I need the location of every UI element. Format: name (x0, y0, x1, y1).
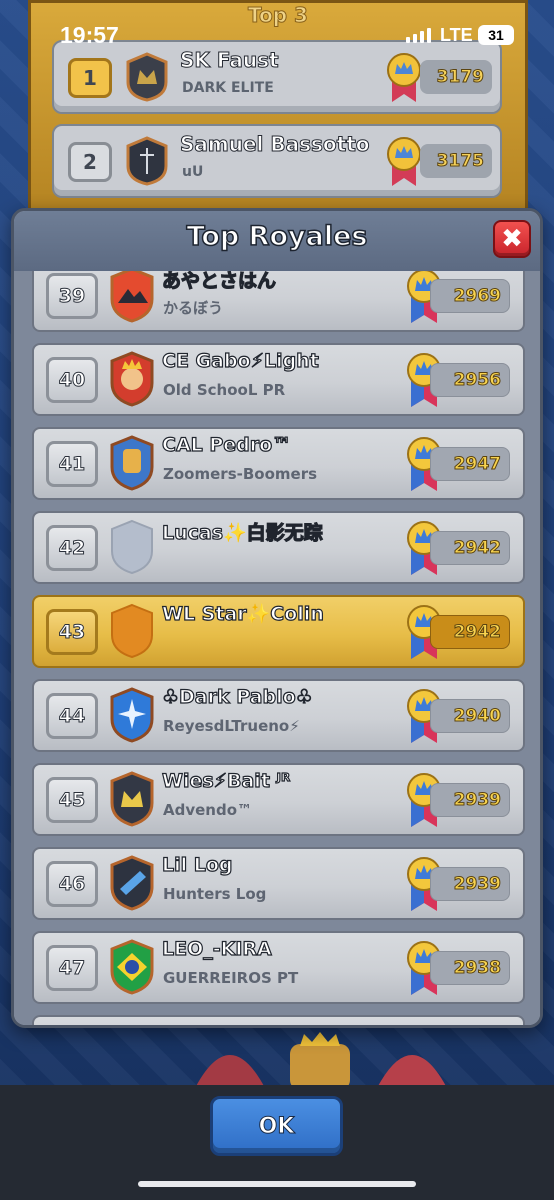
clan-badge-brazil-flag-icon (110, 939, 154, 995)
leaderboard-row[interactable]: 40 CE Gabo⚡Light Old SchooL PR 2956 (32, 343, 525, 416)
rank-number: 1 (68, 58, 112, 98)
clan-name: Zoomers-Boomers (163, 465, 318, 483)
player-name: あやとさはん (161, 271, 277, 293)
player-name: Samuel Bassotto (180, 132, 371, 157)
trophy-count: 2947 (430, 447, 510, 481)
clan-badge-icon (110, 687, 154, 743)
player-name: LEO_-KIRA (161, 937, 272, 960)
trophy-crown-icon (387, 137, 421, 186)
rank-number: 42 (46, 525, 98, 571)
rank-number: 44 (46, 693, 98, 739)
top-royales-dialog: Top Royales ✖ 39 あやとさはん かるぼう 2969 40 CE … (11, 208, 543, 1028)
clan-badge-icon (126, 136, 168, 186)
trophy-count: 2942 (430, 531, 510, 565)
leaderboard-row[interactable]: 39 あやとさはん かるぼう 2969 (32, 271, 525, 332)
leaderboard-row[interactable]: 45 Wies⚡Bait ᴶᴿ Advendo™ 2939 (32, 763, 525, 836)
network-type: LTE (440, 25, 473, 45)
clan-badge-icon (110, 771, 154, 827)
player-name: ♧Dark Pablo♧ (161, 685, 313, 708)
dialog-header: Top Royales ✖ (14, 211, 540, 271)
player-name: Lil Log (161, 853, 233, 876)
status-time: 19:57 (60, 22, 119, 48)
home-indicator[interactable] (138, 1181, 416, 1187)
clan-name: Old SchooL PR (163, 381, 286, 399)
empty-clan-badge-icon (111, 603, 153, 659)
rank-number: 39 (46, 273, 98, 319)
leaderboard-row[interactable]: 41 CAL Pedro™ Zoomers-Boomers 2947 (32, 427, 525, 500)
player-name: CAL Pedro™ (161, 433, 292, 456)
tower-roof-icon (194, 1055, 266, 1090)
trophy-count: 3179 (420, 60, 492, 94)
ok-button[interactable]: OK (210, 1096, 343, 1156)
trophy-count: 2956 (430, 363, 510, 397)
rank-number: 2 (68, 142, 112, 182)
leaderboard-row-partial[interactable] (32, 1015, 525, 1025)
rank-number: 41 (46, 441, 98, 487)
clan-badge-icon (110, 435, 154, 491)
clan-name: GUERREIROS PT (163, 969, 299, 987)
top3-row[interactable]: 2 Samuel Bassotto uU 3175 (52, 124, 502, 198)
rank-number: 40 (46, 357, 98, 403)
clan-name: ReyesdLTrueno⚡ (163, 717, 300, 735)
player-name: Wies⚡Bait ᴶᴿ (161, 769, 291, 792)
rank-number: 45 (46, 777, 98, 823)
clan-name: DARK ELITE (182, 80, 274, 96)
clan-badge-icon (110, 351, 154, 407)
rank-number: 43 (46, 609, 98, 655)
trophy-count: 2939 (430, 867, 510, 901)
player-name: CE Gabo⚡Light (161, 349, 319, 372)
trophy-count: 2939 (430, 783, 510, 817)
trophy-count: 2938 (430, 951, 510, 985)
leaderboard-row[interactable]: 42 Lucas✨白影无踪 2942 (32, 511, 525, 584)
empty-clan-badge-icon (111, 519, 153, 575)
clan-name: Advendo™ (163, 801, 253, 819)
trophy-count: 2969 (430, 279, 510, 313)
leaderboard-row[interactable]: 44 ♧Dark Pablo♧ ReyesdLTrueno⚡ 2940 (32, 679, 525, 752)
dialog-title: Top Royales (186, 220, 368, 253)
signal-icon (406, 28, 431, 43)
clan-badge-icon (110, 855, 154, 911)
clan-name: かるぼう (163, 299, 224, 317)
close-button[interactable]: ✖ (493, 220, 531, 258)
rank-number: 46 (46, 861, 98, 907)
leaderboard-list[interactable]: 39 あやとさはん かるぼう 2969 40 CE Gabo⚡Light Old… (14, 271, 540, 1025)
trophy-count: 2942 (430, 615, 510, 649)
king-tower-icon (290, 1032, 350, 1090)
status-bar: 19:57 LTE 31 (0, 0, 554, 60)
player-name: Lucas✨白影无踪 (161, 521, 323, 544)
trophy-count: 2940 (430, 699, 510, 733)
leaderboard-row-current-player[interactable]: 43 WL Star✨Colin 2942 (32, 595, 525, 668)
clan-badge-icon (110, 271, 154, 323)
clan-name: uU (182, 164, 204, 180)
battery-icon: 31 (478, 25, 514, 45)
tower-roof-icon (376, 1055, 448, 1090)
leaderboard-row[interactable]: 46 Lil Log Hunters Log 2939 (32, 847, 525, 920)
leaderboard-row[interactable]: 47 LEO_-KIRA GUERREIROS PT 2938 (32, 931, 525, 1004)
player-name: WL Star✨Colin (161, 602, 324, 625)
clan-name: Hunters Log (163, 885, 267, 903)
rank-number: 47 (46, 945, 98, 991)
trophy-count: 3175 (420, 144, 492, 178)
